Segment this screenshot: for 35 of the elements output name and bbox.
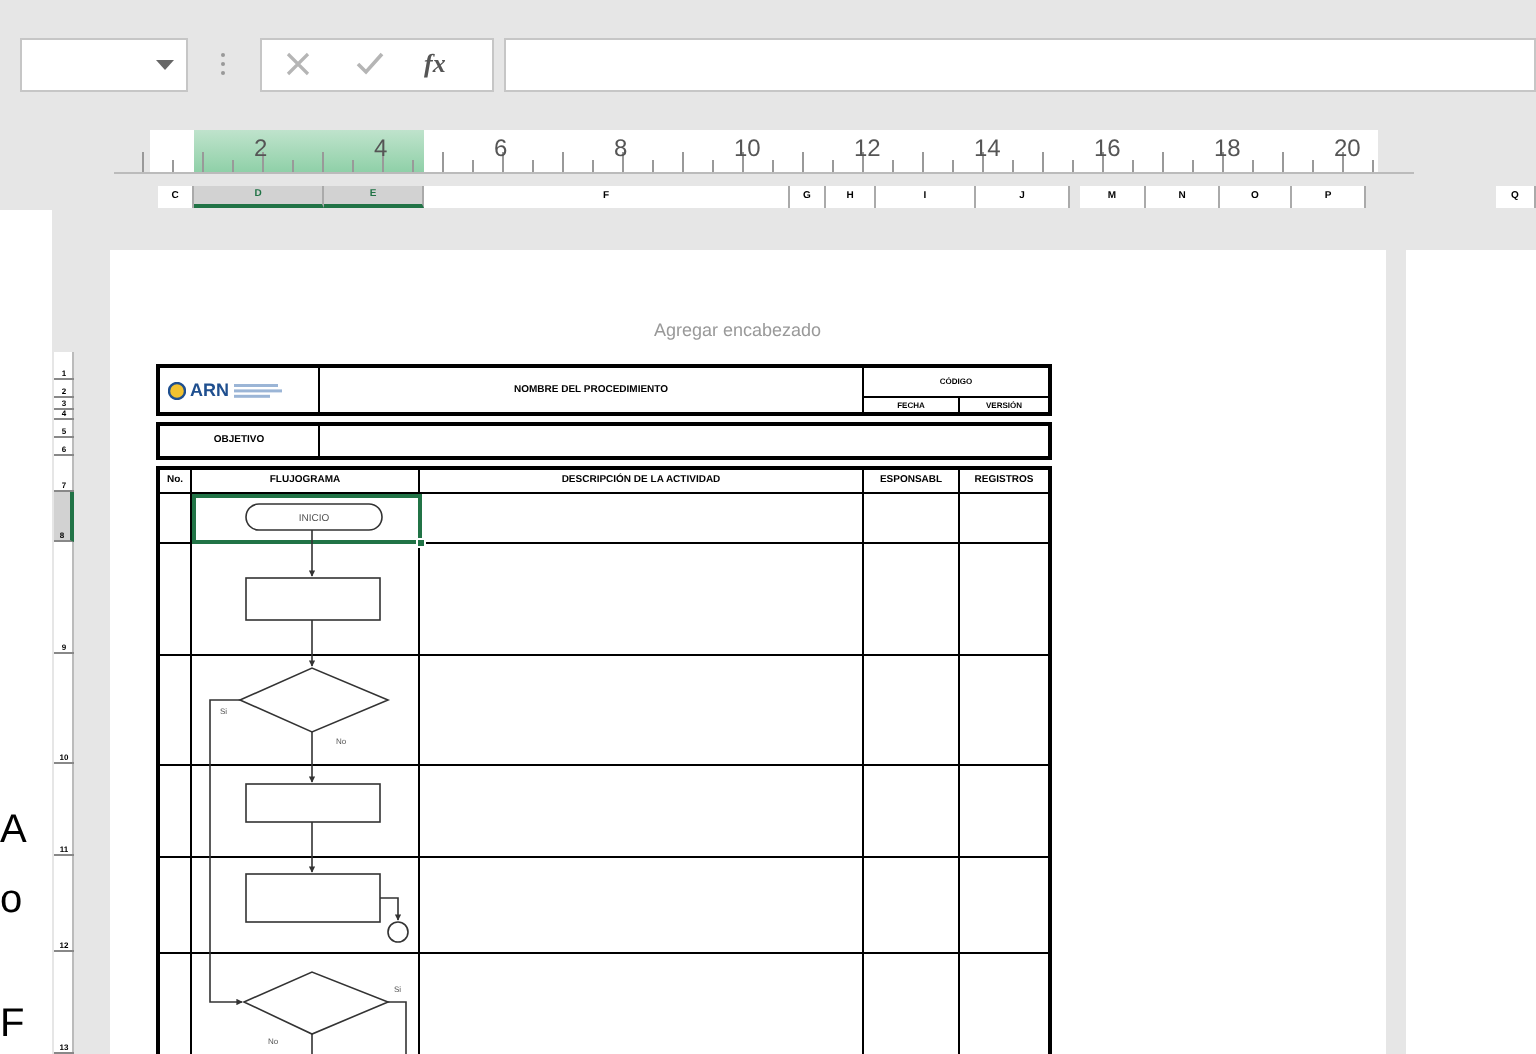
process-box: [245, 577, 381, 621]
ruler-number: 6: [494, 136, 508, 160]
ruler-number: 2: [254, 136, 268, 160]
dropdown-caret-icon: [156, 59, 174, 69]
page-text: F: [0, 1004, 25, 1044]
ruler-number: 12: [854, 136, 881, 160]
connector-line: [379, 897, 402, 921]
page-text: o: [0, 880, 23, 920]
connector-line: [387, 1001, 407, 1054]
ruler-number: 10: [734, 136, 761, 160]
flow-arrow: [308, 731, 316, 783]
insert-function-button[interactable]: fx: [424, 44, 446, 84]
process-box: [245, 783, 381, 823]
grip-icon: [220, 52, 226, 76]
ruler-number: 4: [374, 136, 388, 160]
ruler-number: 16: [1094, 136, 1121, 160]
flow-arrow: [308, 619, 316, 667]
seal-icon: [168, 381, 186, 399]
formula-input[interactable]: [504, 37, 1536, 91]
ruler-number: 20: [1334, 136, 1361, 160]
cancel-icon[interactable]: [286, 52, 310, 76]
flow-arrow: [308, 821, 316, 873]
connector-line: [311, 1033, 313, 1054]
page-connector: [387, 921, 409, 943]
check-icon[interactable]: [356, 52, 384, 76]
ruler-number: 18: [1214, 136, 1241, 160]
cell-selection[interactable]: [192, 494, 422, 544]
page-text: A: [0, 810, 27, 850]
logo-tagline-icon: [233, 383, 281, 397]
ruler-number: 14: [974, 136, 1001, 160]
logo-text: ARN: [190, 381, 229, 399]
process-box: [245, 873, 381, 923]
ruler-number: 8: [614, 136, 628, 160]
name-box[interactable]: [20, 37, 188, 91]
fill-handle[interactable]: [416, 538, 426, 548]
